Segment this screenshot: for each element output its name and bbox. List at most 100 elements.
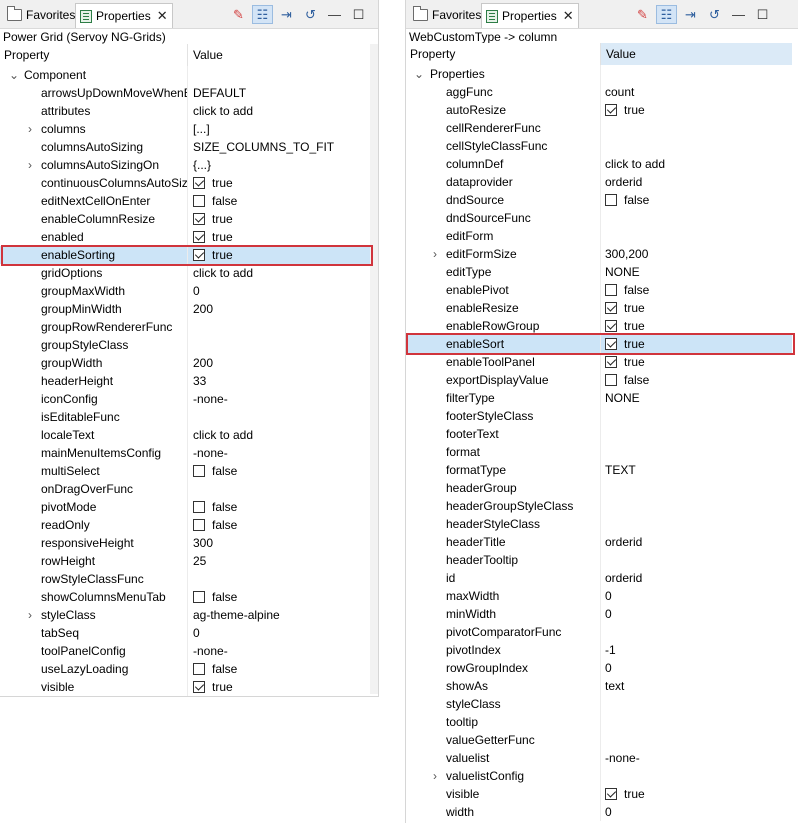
property-row-headerHeight[interactable]: headerHeight 33 xyxy=(0,372,370,390)
checkbox[interactable] xyxy=(193,501,205,513)
property-row-enableSort[interactable]: enableSort true xyxy=(406,335,792,353)
checkbox[interactable] xyxy=(605,104,617,116)
property-row-enableColumnResize[interactable]: enableColumnResize true xyxy=(0,210,370,228)
property-value[interactable]: 200 xyxy=(193,300,213,318)
property-value[interactable]: false xyxy=(624,191,649,209)
property-row-columns[interactable]: › columns [...] xyxy=(0,120,370,138)
property-row-dataprovider[interactable]: dataprovider orderid xyxy=(406,173,792,191)
property-value[interactable]: true xyxy=(624,299,645,317)
checkbox[interactable] xyxy=(605,302,617,314)
property-value[interactable]: false xyxy=(212,498,237,516)
checkbox[interactable] xyxy=(193,663,205,675)
property-value[interactable]: 300 xyxy=(193,534,213,552)
property-row-mainMenuItemsConfig[interactable]: mainMenuItemsConfig -none- xyxy=(0,444,370,462)
property-row-iconConfig[interactable]: iconConfig -none- xyxy=(0,390,370,408)
property-row-groupStyleClass[interactable]: groupStyleClass xyxy=(0,336,370,354)
filter-advanced-icon[interactable]: ⇥ xyxy=(680,5,701,24)
property-value[interactable]: -none- xyxy=(193,642,228,660)
property-row-minWidth[interactable]: minWidth 0 xyxy=(406,605,792,623)
column-header-property[interactable]: Property xyxy=(4,44,49,66)
restore-default-icon[interactable]: ↺ xyxy=(704,5,725,24)
chevron-right-icon[interactable]: › xyxy=(430,245,440,263)
property-row-visible[interactable]: visible true xyxy=(406,785,792,803)
checkbox[interactable] xyxy=(193,213,205,225)
property-value[interactable]: false xyxy=(212,660,237,678)
property-row-columnsAutoSizing[interactable]: columnsAutoSizing SIZE_COLUMNS_TO_FIT xyxy=(0,138,370,156)
property-row-cellRendererFunc[interactable]: cellRendererFunc xyxy=(406,119,792,137)
property-value[interactable]: ag-theme-alpine xyxy=(193,606,280,624)
property-value[interactable]: click to add xyxy=(605,155,665,173)
maximize-icon[interactable]: ☐ xyxy=(348,5,369,24)
property-group-row[interactable]: ⌄ Component xyxy=(0,66,370,84)
chevron-right-icon[interactable]: › xyxy=(25,606,35,624)
checkbox[interactable] xyxy=(605,284,617,296)
property-row-maxWidth[interactable]: maxWidth 0 xyxy=(406,587,792,605)
property-value[interactable]: orderid xyxy=(605,173,642,191)
property-value[interactable]: 33 xyxy=(193,372,206,390)
property-row-arrowsUpDownMoveWhenEditing[interactable]: arrowsUpDownMoveWhenEditing DEFAULT xyxy=(0,84,370,102)
maximize-icon[interactable]: ☐ xyxy=(752,5,773,24)
column-header-value[interactable]: Value xyxy=(193,44,223,66)
property-row-cellStyleClassFunc[interactable]: cellStyleClassFunc xyxy=(406,137,792,155)
property-row-rowHeight[interactable]: rowHeight 25 xyxy=(0,552,370,570)
property-value[interactable]: 300,200 xyxy=(605,245,648,263)
property-row-columnsAutoSizingOn[interactable]: › columnsAutoSizingOn {...} xyxy=(0,156,370,174)
property-row-enableToolPanel[interactable]: enableToolPanel true xyxy=(406,353,792,371)
property-value[interactable]: click to add xyxy=(193,102,253,120)
property-value[interactable]: -none- xyxy=(193,444,228,462)
property-row-tabSeq[interactable]: tabSeq 0 xyxy=(0,624,370,642)
checkbox[interactable] xyxy=(193,591,205,603)
chevron-down-icon[interactable]: ⌄ xyxy=(9,66,19,84)
property-value[interactable]: DEFAULT xyxy=(193,84,246,102)
property-value[interactable]: 0 xyxy=(605,605,612,623)
property-value[interactable]: -1 xyxy=(605,641,616,659)
property-row-pivotIndex[interactable]: pivotIndex -1 xyxy=(406,641,792,659)
property-value[interactable]: false xyxy=(212,516,237,534)
property-value[interactable]: -none- xyxy=(605,749,640,767)
property-row-gridOptions[interactable]: gridOptions click to add xyxy=(0,264,370,282)
property-value[interactable]: true xyxy=(624,101,645,119)
minimize-icon[interactable]: — xyxy=(728,5,749,24)
property-row-styleClass[interactable]: styleClass xyxy=(406,695,792,713)
property-row-enableRowGroup[interactable]: enableRowGroup true xyxy=(406,317,792,335)
property-value[interactable]: text xyxy=(605,677,624,695)
property-row-editType[interactable]: editType NONE xyxy=(406,263,792,281)
checkbox[interactable] xyxy=(193,465,205,477)
property-row-attributes[interactable]: attributes click to add xyxy=(0,102,370,120)
tab-favorites[interactable]: Favorites xyxy=(3,3,79,27)
column-header-property[interactable]: Property xyxy=(410,43,455,65)
property-row-enabled[interactable]: enabled true xyxy=(0,228,370,246)
column-header-value[interactable]: Value xyxy=(606,43,636,65)
property-value[interactable]: [...] xyxy=(193,120,210,138)
checkbox[interactable] xyxy=(193,231,205,243)
property-row-responsiveHeight[interactable]: responsiveHeight 300 xyxy=(0,534,370,552)
tab-properties[interactable]: Properties ✕ xyxy=(481,3,579,28)
property-row-headerGroupStyleClass[interactable]: headerGroupStyleClass xyxy=(406,497,792,515)
checkbox[interactable] xyxy=(605,338,617,350)
property-row-dndSource[interactable]: dndSource false xyxy=(406,191,792,209)
property-row-dndSourceFunc[interactable]: dndSourceFunc xyxy=(406,209,792,227)
restore-default-icon[interactable]: ↺ xyxy=(300,5,321,24)
property-value[interactable]: TEXT xyxy=(605,461,636,479)
close-icon[interactable]: ✕ xyxy=(563,8,574,24)
checkbox[interactable] xyxy=(605,374,617,386)
property-value[interactable]: 0 xyxy=(193,282,200,300)
property-row-headerTitle[interactable]: headerTitle orderid xyxy=(406,533,792,551)
property-row-headerTooltip[interactable]: headerTooltip xyxy=(406,551,792,569)
pin-icon[interactable]: ✎ xyxy=(632,5,653,24)
chevron-right-icon[interactable]: › xyxy=(25,120,35,138)
property-value[interactable]: 200 xyxy=(193,354,213,372)
property-value[interactable]: orderid xyxy=(605,569,642,587)
property-value[interactable]: true xyxy=(624,335,645,353)
property-row-width[interactable]: width 0 xyxy=(406,803,792,821)
property-value[interactable]: 0 xyxy=(193,624,200,642)
property-row-enableSorting[interactable]: enableSorting true xyxy=(0,246,370,264)
property-row-footerStyleClass[interactable]: footerStyleClass xyxy=(406,407,792,425)
property-row-exportDisplayValue[interactable]: exportDisplayValue false xyxy=(406,371,792,389)
property-value[interactable]: click to add xyxy=(193,426,253,444)
property-value[interactable]: true xyxy=(624,353,645,371)
property-row-rowStyleClassFunc[interactable]: rowStyleClassFunc xyxy=(0,570,370,588)
property-row-footerText[interactable]: footerText xyxy=(406,425,792,443)
property-value[interactable]: click to add xyxy=(193,264,253,282)
minimize-icon[interactable]: — xyxy=(324,5,345,24)
